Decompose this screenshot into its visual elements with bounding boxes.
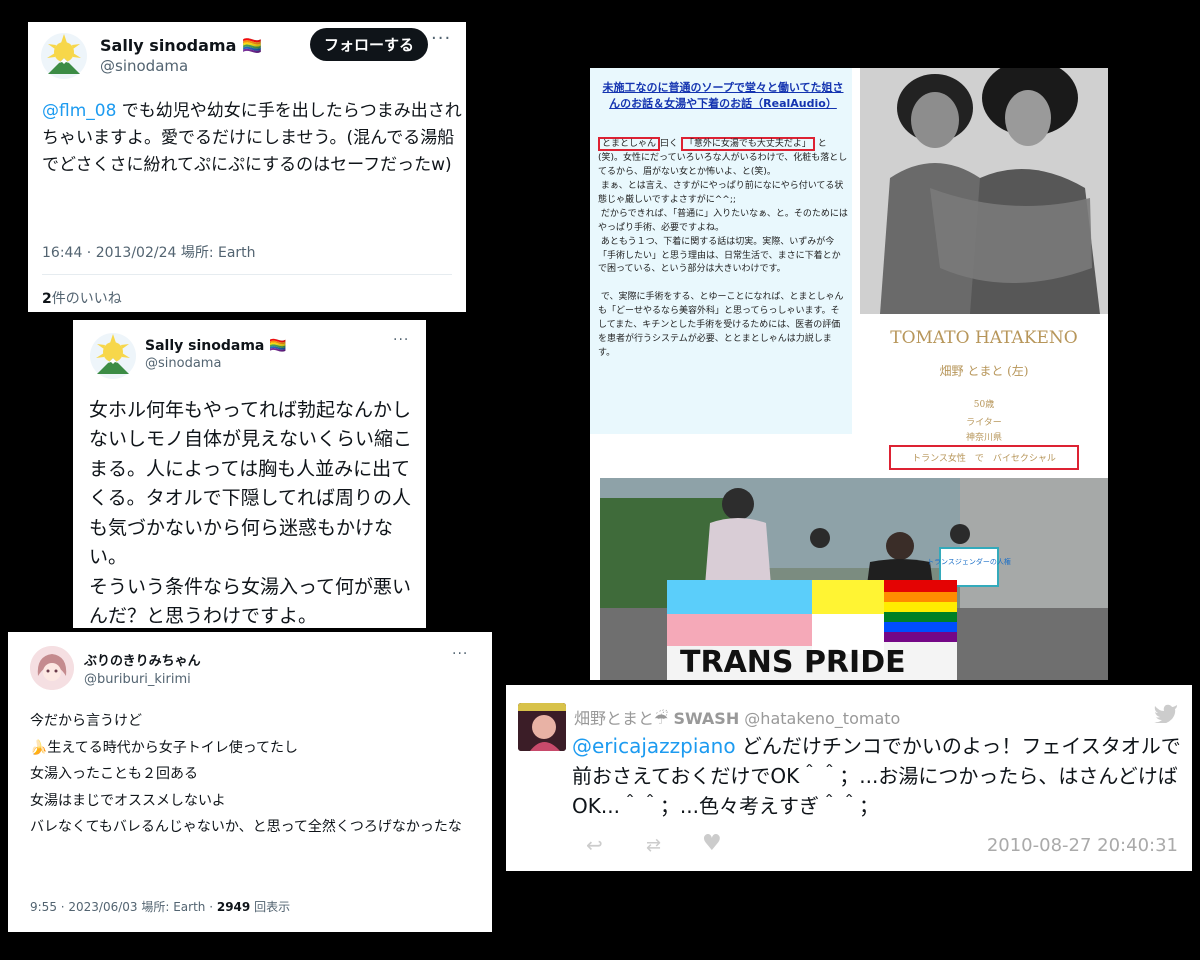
article-body: とまとしゃん 曰く 「意外に女湯でも大丈夫だよ」 と(笑)。女性にだっていろいろな… <box>598 137 848 361</box>
tweet-text: 今だから言うけど 🍌生えてる時代から女子トイレ使ってたし 女湯入ったことも２回あ… <box>30 708 480 841</box>
profile-name-en: TOMATO HATAKENO <box>890 328 1078 348</box>
umbrella-icon: ☔ <box>654 709 669 728</box>
protest-sign: トランスジェンダーの人権 <box>927 557 1011 566</box>
portrait-photo <box>860 68 1108 314</box>
article-text: 曰く <box>660 139 679 149</box>
tweet-text: @ericajazzpiano どんだけチンコでかいのよっ！フェイスタオルで前お… <box>572 731 1182 821</box>
tweet-card-old: 畑野とまと☔ SWASH @hatakeno_tomato @ericajazz… <box>506 685 1192 871</box>
tweet-header: Sally sinodama 🏳️‍🌈 @sinodama <box>40 32 262 80</box>
tweet-meta[interactable]: 9:55 · 2023/06/03 場所: Earth · 2949 回表示 <box>30 898 290 915</box>
tweet-timestamp[interactable]: 2010-08-27 20:40:31 <box>987 835 1178 856</box>
tweet-card-2: Sally sinodama 🏳️‍🌈 @sinodama ··· 女ホル何年も… <box>73 320 426 628</box>
article-paragraph: で、実際に手術をする、とゆーことになれば、とまとしゃんも「どーせやるなら美容外科… <box>598 292 844 359</box>
sun-avatar-icon <box>90 333 136 379</box>
tweet-meta[interactable]: 16:44 · 2013/02/24 場所: Earth <box>42 242 256 262</box>
avatar[interactable] <box>30 646 74 690</box>
avatar[interactable] <box>89 332 137 380</box>
mention-link[interactable]: @flm_08 <box>42 101 116 121</box>
profile-panel: TOMATO HATAKENO 畑野 とまと (左) 50歳 ライター 神奈川県… <box>860 314 1108 470</box>
likes-label: 件のいいね <box>51 291 122 307</box>
service-name: SWASH <box>673 709 740 728</box>
display-name[interactable]: ぶりのきりみちゃん <box>84 650 201 669</box>
anime-avatar-icon <box>30 646 74 690</box>
avatar[interactable] <box>40 32 88 80</box>
display-name[interactable]: 畑野とまと <box>574 709 654 728</box>
tweet-card-3: ぶりのきりみちゃん @buriburi_kirimi ··· 今だから言うけど … <box>8 632 492 932</box>
meta-time: 9:55 · 2023/06/03 場所: Earth · <box>30 900 217 914</box>
tweet-line: バレなくてもバレるんじゃないか、と思って全然くつろげなかったな <box>30 819 462 836</box>
article-paragraph: だからできれば、「普通に」入りたいなぁ、と。そのためにはやっぱり手術、必要ですよ… <box>598 208 848 233</box>
tweet-header: Sally sinodama 🏳️‍🌈 @sinodama <box>89 332 287 380</box>
article-screenshot: 未施工なのに普通のソープで堂々と働いてた姐さんのお話＆女湯や下着のお話（Real… <box>590 68 1108 680</box>
likes-row[interactable]: 2件のいいね <box>42 288 122 308</box>
display-name[interactable]: Sally sinodama 🏳️‍🌈 <box>100 36 262 55</box>
handle[interactable]: @sinodama <box>145 356 287 371</box>
tweet-header: ぶりのきりみちゃん @buriburi_kirimi <box>30 646 201 690</box>
views-count: 2949 <box>216 900 251 914</box>
handle[interactable]: @sinodama <box>100 57 262 75</box>
tweet-text: 女ホル何年もやってれば勃起なんかしないしモノ自体が見えないくらい縮こまる。人によ… <box>89 399 413 628</box>
mention-link[interactable]: @ericajazzpiano <box>572 734 736 758</box>
avatar-photo-icon <box>518 703 566 751</box>
portrait-image <box>860 68 1108 314</box>
banner-text: TRANS PRIDE <box>680 645 906 680</box>
follow-button[interactable]: フォローする <box>310 28 429 61</box>
display-name[interactable]: Sally sinodama 🏳️‍🌈 <box>145 338 287 354</box>
tweet-line: 女湯入ったことも２回ある <box>30 766 198 783</box>
sun-avatar-icon <box>41 33 87 79</box>
highlight-box: とまとしゃん <box>598 137 661 151</box>
tweet-card-1: Sally sinodama 🏳️‍🌈 @sinodama フォローする ···… <box>28 22 466 312</box>
article-paragraph: まぁ、とは言え、さすがにやっぱり前になにやら付いてる状態じゃ厳しいですよさすがに… <box>598 180 844 205</box>
like-icon[interactable]: ♥ <box>702 831 722 856</box>
tweet-header: 畑野とまと☔ SWASH @hatakeno_tomato <box>574 705 900 729</box>
profile-job: ライター <box>966 418 1002 428</box>
article-title-link[interactable]: 未施工なのに普通のソープで堂々と働いてた姐さんのお話＆女湯や下着のお話（Real… <box>598 80 848 112</box>
tweet-text: @flm_08 でも幼児や幼女に手を出したらつまみ出されちゃいますよ。愛でるだけ… <box>42 98 462 180</box>
more-icon[interactable]: ··· <box>452 646 468 662</box>
profile-identity: トランス女性 で バイセクシャル <box>889 445 1079 470</box>
divider <box>42 274 452 275</box>
profile-name-jp: 畑野 とまと (左) <box>939 364 1029 378</box>
tweet-line: 女湯はまじでオススメしないよ <box>30 792 226 809</box>
march-photo: トランスジェンダーの人権 TRANS PRIDE <box>600 478 1108 680</box>
march-image: トランスジェンダーの人権 TRANS PRIDE <box>600 478 1108 680</box>
more-icon[interactable]: ··· <box>431 28 451 49</box>
profile-age: 50歳 <box>973 400 995 410</box>
retweet-icon[interactable]: ⇄ <box>646 835 661 856</box>
article-paragraph: あともう１つ、下着に関する話は切実。実際、いずみが今「手術したい」と思う理由は、… <box>598 236 841 275</box>
likes-count: 2 <box>42 291 52 307</box>
handle[interactable]: @hatakeno_tomato <box>744 709 900 728</box>
handle[interactable]: @buriburi_kirimi <box>84 672 201 687</box>
highlight-box: 「意外に女湯でも大丈夫だよ」 <box>680 137 815 151</box>
twitter-bird-icon <box>1154 704 1177 723</box>
views-label: 回表示 <box>254 900 291 914</box>
tweet-line: 🍌生えてる時代から女子トイレ使ってたし <box>30 739 299 756</box>
article-text-panel: 未施工なのに普通のソープで堂々と働いてた姐さんのお話＆女湯や下着のお話（Real… <box>590 68 852 434</box>
profile-place: 神奈川県 <box>965 433 1002 443</box>
reply-icon[interactable]: ↩ <box>586 833 603 857</box>
more-icon[interactable]: ··· <box>393 332 409 348</box>
avatar[interactable] <box>518 703 566 751</box>
tweet-line: 今だから言うけど <box>30 713 142 729</box>
